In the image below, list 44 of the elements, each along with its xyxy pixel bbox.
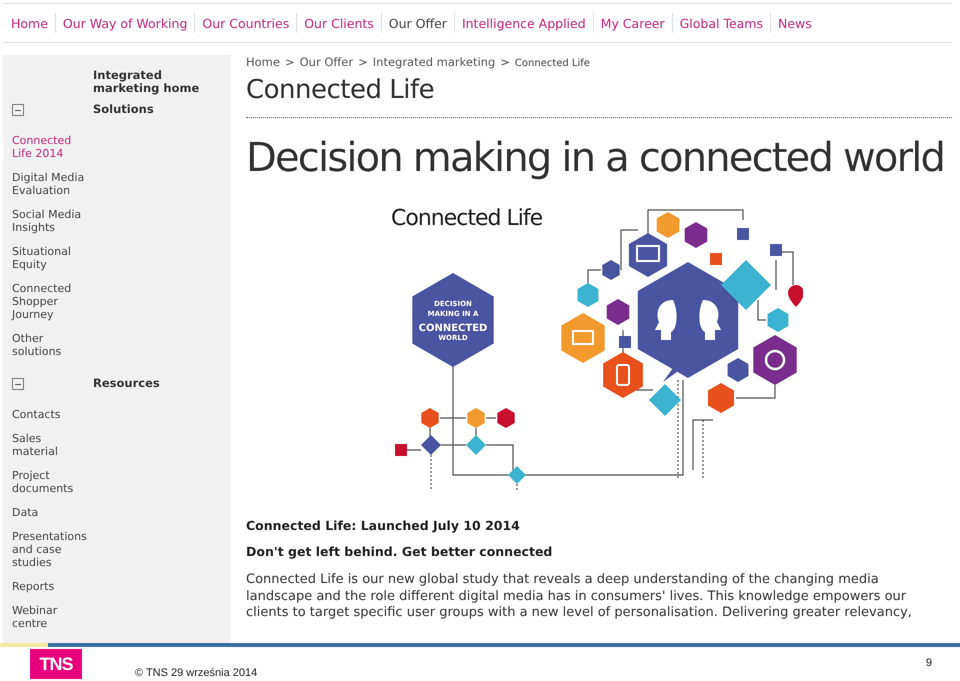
breadcrumb-link[interactable]: Connected Life	[514, 58, 590, 69]
collapse-toggle-icon[interactable]	[12, 378, 24, 390]
sidebar-item[interactable]: Connected Life 2014	[12, 134, 88, 160]
breadcrumb-link[interactable]: Home	[246, 55, 280, 69]
footer-date-text: © TNS 29 września 2014	[135, 667, 258, 679]
sidebar-item[interactable]: Webinar centre	[12, 604, 88, 630]
nav-link[interactable]: Our Countries	[195, 16, 296, 30]
nav-link[interactable]: My Career	[594, 16, 672, 30]
body-paragraph: Connected Life is our new global study that reveals a deep understanding of the changing media landscape and the role different digital media has in consumers' lives. This knowledge empowers our clients to target specific user groups with a new level of personalisation. Delivering greater relevancy,	[246, 572, 913, 622]
sidebar-item[interactable]: Situational Equity	[12, 245, 88, 271]
nav-link[interactable]: Global Teams	[672, 16, 770, 30]
sidebar-home-link[interactable]: Integrated marketing home	[93, 69, 227, 95]
collapse-toggle-icon[interactable]	[12, 104, 24, 116]
breadcrumb-separator: >	[358, 55, 368, 69]
nav-link[interactable]: Home	[11, 16, 55, 30]
nav-link[interactable]: Our Way of Working	[56, 16, 194, 30]
nav-link[interactable]: News	[771, 16, 819, 30]
nav-link[interactable]: Our Clients	[297, 16, 381, 30]
sidebar-item[interactable]: Data	[12, 506, 88, 519]
page-number: 9	[926, 657, 932, 669]
breadcrumb-link[interactable]: Our Offer	[300, 55, 354, 69]
subheading: Don't get left behind. Get better connected	[246, 544, 554, 559]
breadcrumb-separator: >	[500, 55, 510, 69]
sidebar-item[interactable]: Other solutions	[12, 332, 88, 358]
sidebar-item[interactable]: Project documents	[12, 469, 88, 495]
page-title: Connected Life	[246, 75, 436, 105]
sidebar-item[interactable]: Social Media Insights	[12, 208, 88, 234]
nav-link[interactable]: Our Offer	[382, 16, 454, 30]
badge-text: CONNECTED	[418, 323, 488, 334]
sidebar-section-title: Resources	[93, 377, 161, 390]
subheading: Connected Life: Launched July 10 2014	[246, 518, 521, 533]
nav-link[interactable]: Intelligence Applied	[454, 16, 593, 30]
sidebar-item[interactable]: Presentations and case studies	[12, 530, 88, 569]
headline: Decision making in a connected world	[246, 134, 946, 182]
sidebar-item[interactable]: Digital Media Evaluation	[12, 171, 88, 197]
sidebar-item[interactable]: Reports	[12, 580, 88, 593]
sidebar-item[interactable]: Contacts	[12, 408, 88, 421]
logo: TNS	[30, 649, 82, 679]
breadcrumb-link[interactable]: Integrated marketing	[372, 55, 496, 69]
sidebar-section-title: Solutions	[93, 103, 155, 116]
breadcrumb-separator: >	[284, 55, 295, 69]
sidebar-item[interactable]: Connected Shopper Journey	[12, 282, 88, 321]
infographic-title: Connected Life	[391, 206, 542, 231]
sidebar-item[interactable]: Sales material	[12, 432, 88, 458]
